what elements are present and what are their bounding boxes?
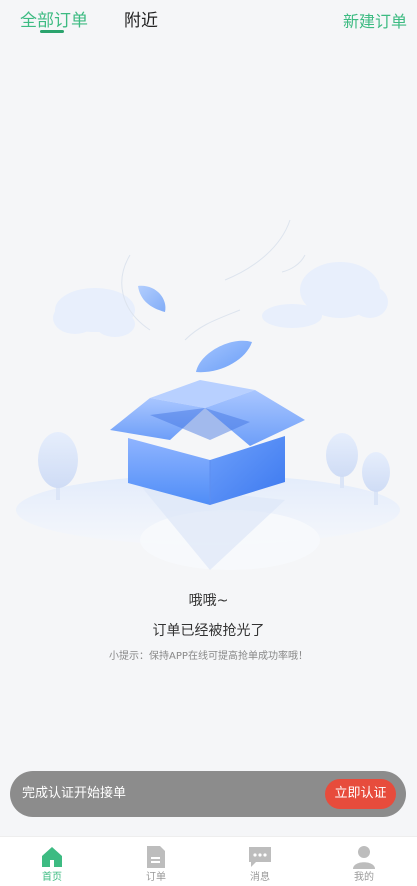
new-order-button[interactable]: 新建订单 [343,11,407,33]
app-screen: 全部订单 附近 新建订单 哦哦~ 订单已经被抢光了 小提示：保持APP在线可提高… [0,0,417,886]
active-tab-indicator [40,30,64,33]
cloud-right [262,262,388,328]
certification-text: 完成认证开始接单 [22,786,127,801]
leaf-small [138,285,166,312]
empty-subtitle: 订单已经被抢光了 [152,623,265,639]
document-icon [147,846,165,868]
nav-item-orders[interactable]: 订单 [104,837,208,886]
cloud-left [53,288,135,337]
nav-label-home: 首页 [42,872,62,883]
tab-all-orders[interactable]: 全部订单 [20,10,88,32]
nav-item-home[interactable]: 首页 [0,837,104,886]
nav-label-orders: 订单 [146,872,166,883]
top-bar: 全部订单 附近 新建订单 [0,0,417,44]
nav-label-messages: 消息 [250,872,270,883]
certify-now-button[interactable]: 立即认证 [325,779,396,809]
empty-title: 哦哦~ [188,593,229,609]
tree-right-1 [326,433,358,488]
nav-item-profile[interactable]: 我的 [312,837,416,886]
leaf-large [196,340,252,373]
message-icon [249,847,271,867]
empty-tip: 小提示：保持APP在线可提高抢单成功率哦！ [109,651,308,662]
nav-item-messages[interactable]: 消息 [208,837,312,886]
bottom-nav: 首页 订单 消息 我的 [0,836,417,886]
tab-nearby[interactable]: 附近 [124,10,158,32]
empty-box-illustration [16,219,400,570]
nav-label-profile: 我的 [354,872,374,883]
profile-icon [353,846,375,869]
home-icon [42,847,62,867]
certification-banner: 完成认证开始接单 立即认证 [10,771,406,817]
